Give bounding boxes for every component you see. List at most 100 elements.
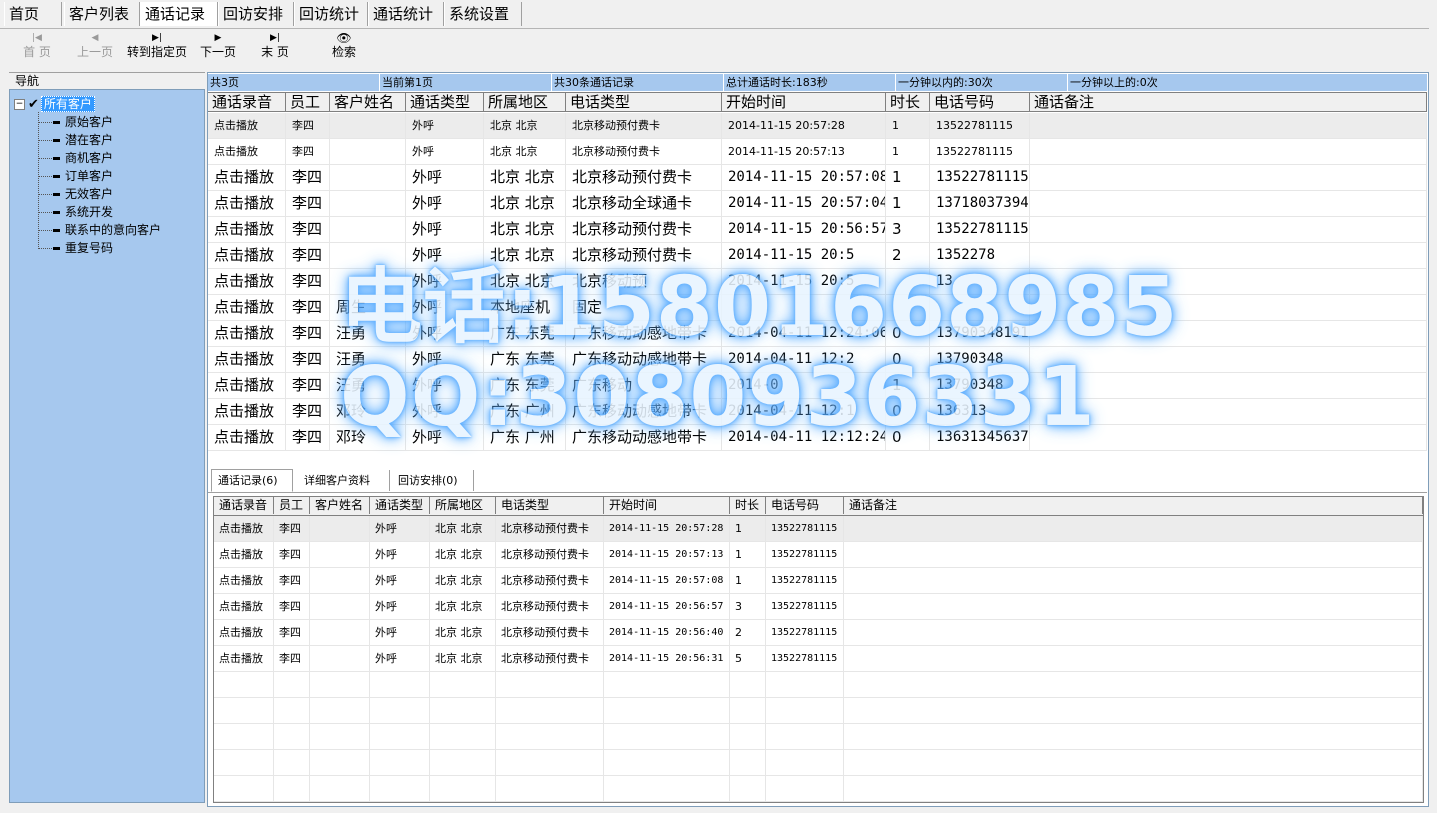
- column-header[interactable]: 所属地区: [430, 497, 496, 514]
- tree-item-system-dev[interactable]: 系统开发: [38, 204, 113, 221]
- play-recording-link[interactable]: 点击播放: [208, 373, 286, 398]
- column-header[interactable]: 员工: [286, 93, 330, 112]
- tree-item-potential[interactable]: 潜在客户: [38, 132, 113, 149]
- last-page-button[interactable]: ▶| 末 页: [252, 32, 298, 60]
- binoculars-icon: 👁: [336, 31, 352, 45]
- column-header[interactable]: 通话录音: [208, 93, 286, 112]
- subtab-followups[interactable]: 回访安排(0): [392, 470, 474, 491]
- tree-item-intent[interactable]: 联系中的意向客户: [38, 222, 161, 239]
- table-cell: 外呼: [406, 347, 484, 372]
- subtab-customer-details[interactable]: 详细客户资料: [298, 470, 390, 491]
- column-header[interactable]: 客户姓名: [330, 93, 406, 112]
- tab-followup-schedule[interactable]: 回访安排: [218, 2, 294, 26]
- column-header[interactable]: 通话录音: [214, 497, 274, 514]
- collapse-icon[interactable]: −: [14, 99, 25, 110]
- play-recording-link[interactable]: 点击播放: [208, 113, 286, 138]
- table-cell: 李四: [274, 568, 310, 593]
- call-row[interactable]: 点击播放 李四 邓玲 外呼 广东 广州 广东移动动感地带卡 2014-04-11 12:12…: [208, 425, 1427, 451]
- column-header[interactable]: 通话类型: [370, 497, 430, 514]
- tree-item-order[interactable]: 订单客户: [38, 168, 113, 185]
- call-row[interactable]: 点击播放 李四 周生 外呼 本地座机 固定: [208, 295, 1427, 321]
- play-recording-link[interactable]: 点击播放: [214, 568, 274, 593]
- goto-page-button[interactable]: ▶| 转到指定页: [123, 32, 191, 60]
- play-recording-link[interactable]: 点击播放: [208, 243, 286, 268]
- tree-item-duplicate[interactable]: 重复号码: [38, 240, 113, 257]
- tree-root-label[interactable]: 所有客户: [40, 96, 95, 112]
- column-header[interactable]: 电话号码: [930, 93, 1030, 112]
- tab-followup-stats[interactable]: 回访统计: [294, 2, 368, 26]
- tree-item-opportunity[interactable]: 商机客户: [38, 150, 113, 167]
- column-header[interactable]: 开始时间: [722, 93, 886, 112]
- play-recording-link[interactable]: 点击播放: [208, 269, 286, 294]
- call-row[interactable]: 点击播放 李四 外呼 北京 北京 北京移动预付费卡 2014-11-15 20:5 2 135…: [208, 243, 1427, 269]
- column-header[interactable]: 通话类型: [406, 93, 484, 112]
- tab-call-records[interactable]: 通话记录: [140, 2, 218, 26]
- column-header[interactable]: 通话备注: [844, 497, 1423, 514]
- next-page-button[interactable]: ▶ 下一页: [196, 32, 240, 60]
- play-recording-link[interactable]: 点击播放: [208, 217, 286, 242]
- play-recording-link[interactable]: 点击播放: [208, 425, 286, 450]
- play-recording-link[interactable]: 点击播放: [214, 542, 274, 567]
- column-header[interactable]: 通话备注: [1030, 93, 1427, 112]
- detail-call-row[interactable]: 点击播放 李四 外呼 北京 北京 北京移动预付费卡 2014-11-15 20:57:08…: [214, 568, 1423, 594]
- call-row[interactable]: 点击播放 李四 外呼 北京 北京 北京移动预 2014-11-15 20:5 13: [208, 269, 1427, 295]
- subtab-call-records[interactable]: 通话记录(6): [211, 469, 293, 492]
- play-recording-link[interactable]: 点击播放: [208, 191, 286, 216]
- tab-customer-list[interactable]: 客户列表: [64, 2, 140, 26]
- call-row[interactable]: 点击播放 李四 汪勇 外呼 广东 东莞 广东移动动感地带卡 2014-04-11 12:2 0…: [208, 347, 1427, 373]
- tree-root[interactable]: − ✔ 所有客户: [14, 96, 95, 112]
- column-header[interactable]: 时长: [730, 497, 766, 514]
- column-header[interactable]: 时长: [886, 93, 930, 112]
- prev-page-button[interactable]: ◀ 上一页: [73, 32, 117, 60]
- first-page-button[interactable]: |◀ 首 页: [15, 32, 59, 60]
- column-header[interactable]: 电话号码: [766, 497, 844, 514]
- play-recording-link[interactable]: 点击播放: [208, 399, 286, 424]
- table-cell: [330, 243, 406, 268]
- table-cell: 2014-0: [722, 373, 886, 398]
- call-row[interactable]: 点击播放 李四 汪勇 外呼 广东 东莞 广东移动 2014-0 1 13790348: [208, 373, 1427, 399]
- call-row[interactable]: 点击播放 李四 邓玲 外呼 广东 广州 广东移动动感地带卡 2014-04-11 12:1 0…: [208, 399, 1427, 425]
- detail-call-row[interactable]: 点击播放 李四 外呼 北京 北京 北京移动预付费卡 2014-11-15 20:57:13…: [214, 542, 1423, 568]
- table-cell: 13522781115: [930, 113, 1030, 138]
- table-cell: [310, 646, 370, 671]
- play-recording-link[interactable]: 点击播放: [208, 165, 286, 190]
- table-cell: 外呼: [406, 425, 484, 450]
- call-row[interactable]: 点击播放 李四 外呼 北京 北京 北京移动全球通卡 2014-11-15 20:57:04…: [208, 191, 1427, 217]
- play-recording-link[interactable]: 点击播放: [214, 516, 274, 541]
- detail-call-row[interactable]: 点击播放 李四 外呼 北京 北京 北京移动预付费卡 2014-11-15 20:57:28…: [214, 516, 1423, 542]
- play-recording-link[interactable]: 点击播放: [214, 594, 274, 619]
- table-cell: 北京移动预付费卡: [566, 165, 722, 190]
- column-header[interactable]: 电话类型: [566, 93, 722, 112]
- call-row[interactable]: 点击播放 李四 汪勇 外呼 广东 东莞 广东移动动感地带卡 2014-04-11 12:24…: [208, 321, 1427, 347]
- detail-call-row[interactable]: 点击播放 李四 外呼 北京 北京 北京移动预付费卡 2014-11-15 20:56:40…: [214, 620, 1423, 646]
- tab-home[interactable]: 首页: [4, 2, 62, 26]
- call-row[interactable]: 点击播放 李四 外呼 北京 北京 北京移动预付费卡 2014-11-15 20:57:28…: [208, 113, 1427, 139]
- play-recording-link[interactable]: 点击播放: [208, 295, 286, 320]
- column-header[interactable]: 所属地区: [484, 93, 566, 112]
- detail-call-row[interactable]: 点击播放 李四 外呼 北京 北京 北京移动预付费卡 2014-11-15 20:56:57…: [214, 594, 1423, 620]
- call-row[interactable]: 点击播放 李四 外呼 北京 北京 北京移动预付费卡 2014-11-15 20:57:13…: [208, 139, 1427, 165]
- column-header[interactable]: 电话类型: [496, 497, 604, 514]
- play-recording-link[interactable]: 点击播放: [208, 321, 286, 346]
- column-header[interactable]: 开始时间: [604, 497, 730, 514]
- call-row[interactable]: 点击播放 李四 外呼 北京 北京 北京移动预付费卡 2014-11-15 20:56:57…: [208, 217, 1427, 243]
- table-cell: 1: [730, 516, 766, 541]
- search-button[interactable]: 👁 检索: [326, 32, 362, 60]
- table-cell: 13631345637: [930, 425, 1030, 450]
- tab-call-stats[interactable]: 通话统计: [368, 2, 444, 26]
- table-cell: 13522781115: [766, 568, 844, 593]
- column-header[interactable]: 客户姓名: [310, 497, 370, 514]
- table-cell: [274, 724, 310, 749]
- play-recording-link[interactable]: 点击播放: [208, 139, 286, 164]
- detail-call-row[interactable]: 点击播放 李四 外呼 北京 北京 北京移动预付费卡 2014-11-15 20:56:31…: [214, 646, 1423, 672]
- tab-system-settings[interactable]: 系统设置: [444, 2, 522, 26]
- play-recording-link[interactable]: 点击播放: [208, 347, 286, 372]
- tree-item-invalid[interactable]: 无效客户: [38, 186, 113, 203]
- table-cell: [496, 672, 604, 697]
- column-header[interactable]: 员工: [274, 497, 310, 514]
- call-row[interactable]: 点击播放 李四 外呼 北京 北京 北京移动预付费卡 2014-11-15 20:57:08…: [208, 165, 1427, 191]
- node-icon: [53, 121, 60, 124]
- play-recording-link[interactable]: 点击播放: [214, 646, 274, 671]
- play-recording-link[interactable]: 点击播放: [214, 620, 274, 645]
- tree-item-original[interactable]: 原始客户: [38, 114, 113, 131]
